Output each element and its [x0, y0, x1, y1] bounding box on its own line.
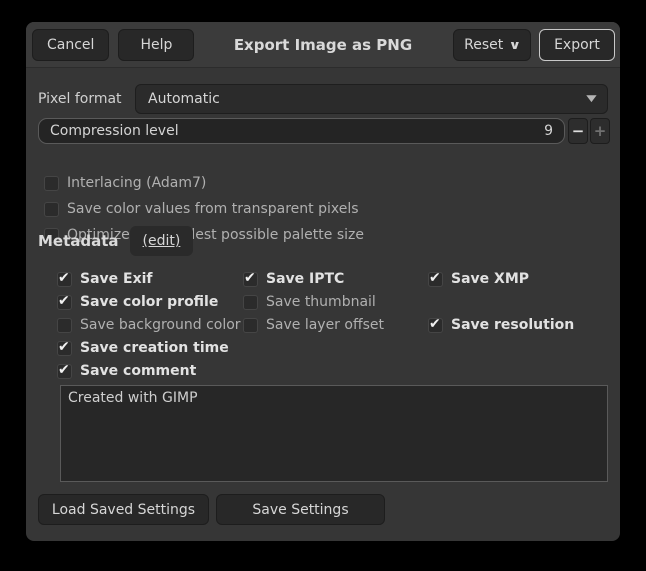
- save-thumbnail-checkbox[interactable]: [243, 295, 258, 310]
- checkmark-icon: ✔: [58, 362, 70, 378]
- save-iptc-option[interactable]: ✔ Save IPTC: [243, 269, 344, 289]
- compression-level-slider[interactable]: Compression level 9: [38, 118, 565, 144]
- compression-level-label: Compression level: [50, 123, 179, 139]
- save-thumbnail-option[interactable]: Save thumbnail: [243, 292, 376, 312]
- save-xmp-option[interactable]: ✔ Save XMP: [428, 269, 529, 289]
- metadata-edit-link-label: (edit): [143, 233, 181, 249]
- cancel-button[interactable]: Cancel: [32, 29, 109, 61]
- interlacing-label: Interlacing (Adam7): [67, 175, 206, 191]
- save-thumbnail-label: Save thumbnail: [266, 294, 376, 310]
- save-exif-option[interactable]: ✔ Save Exif: [57, 269, 153, 289]
- save-comment-option[interactable]: ✔ Save comment: [57, 361, 196, 381]
- pixel-format-dropdown[interactable]: Automatic ▼: [135, 84, 608, 114]
- metadata-title: Metadata: [38, 232, 119, 250]
- save-exif-checkbox[interactable]: ✔: [57, 272, 72, 287]
- save-layer-offset-label: Save layer offset: [266, 317, 384, 333]
- checkmark-icon: ✔: [58, 293, 70, 309]
- help-button-label: Help: [140, 37, 172, 53]
- load-saved-settings-button[interactable]: Load Saved Settings: [38, 494, 209, 525]
- compression-row: Compression level 9 − +: [38, 118, 608, 144]
- save-xmp-label: Save XMP: [451, 271, 529, 287]
- chevron-down-icon: ∨: [509, 38, 522, 52]
- checkmark-icon: ✔: [58, 270, 70, 286]
- checkmark-icon: ✔: [244, 270, 256, 286]
- comment-textarea[interactable]: Created with GIMP: [60, 385, 608, 482]
- save-background-color-label: Save background color: [80, 317, 241, 333]
- interlacing-option[interactable]: Interlacing (Adam7): [44, 173, 206, 193]
- checkmark-icon: ✔: [429, 270, 441, 286]
- save-color-profile-label: Save color profile: [80, 294, 218, 310]
- help-button[interactable]: Help: [118, 29, 194, 61]
- save-background-color-option[interactable]: Save background color: [57, 315, 241, 335]
- export-button-label: Export: [554, 37, 600, 53]
- export-button[interactable]: Export: [539, 29, 615, 61]
- save-creation-time-label: Save creation time: [80, 340, 229, 356]
- save-iptc-checkbox[interactable]: ✔: [243, 272, 258, 287]
- plus-icon: +: [594, 122, 607, 140]
- compression-decrease-button[interactable]: −: [568, 118, 588, 144]
- save-layer-offset-option[interactable]: Save layer offset: [243, 315, 384, 335]
- save-color-profile-checkbox[interactable]: ✔: [57, 295, 72, 310]
- compression-increase-button[interactable]: +: [590, 118, 610, 144]
- metadata-header: Metadata (edit): [38, 226, 193, 256]
- export-png-dialog: Export Image as PNG Cancel Help Reset ∨ …: [26, 22, 620, 541]
- save-resolution-checkbox[interactable]: ✔: [428, 318, 443, 333]
- save-exif-label: Save Exif: [80, 271, 153, 287]
- minus-icon: −: [572, 122, 585, 140]
- save-resolution-option[interactable]: ✔ Save resolution: [428, 315, 574, 335]
- save-creation-time-option[interactable]: ✔ Save creation time: [57, 338, 229, 358]
- pixel-format-row: Pixel format Automatic ▼: [38, 84, 608, 114]
- metadata-edit-link[interactable]: (edit): [130, 226, 194, 256]
- checkmark-icon: ✔: [429, 316, 441, 332]
- pixel-format-label: Pixel format: [38, 84, 122, 114]
- save-layer-offset-checkbox[interactable]: [243, 318, 258, 333]
- interlacing-checkbox[interactable]: [44, 176, 59, 191]
- pixel-format-value: Automatic: [148, 91, 220, 107]
- save-transparent-pixels-option[interactable]: Save color values from transparent pixel…: [44, 199, 359, 219]
- save-comment-label: Save comment: [80, 363, 196, 379]
- save-creation-time-checkbox[interactable]: ✔: [57, 341, 72, 356]
- settings-footer: Load Saved Settings Save Settings: [38, 494, 385, 525]
- checkmark-icon: ✔: [58, 339, 70, 355]
- save-transparent-pixels-checkbox[interactable]: [44, 202, 59, 217]
- load-saved-settings-label: Load Saved Settings: [52, 502, 195, 518]
- reset-button[interactable]: Reset ∨: [453, 29, 531, 61]
- save-resolution-label: Save resolution: [451, 317, 574, 333]
- save-xmp-checkbox[interactable]: ✔: [428, 272, 443, 287]
- save-color-profile-option[interactable]: ✔ Save color profile: [57, 292, 218, 312]
- dropdown-arrow-icon: ▼: [586, 94, 596, 104]
- reset-button-label: Reset: [464, 37, 503, 53]
- save-transparent-pixels-label: Save color values from transparent pixel…: [67, 201, 359, 217]
- save-comment-checkbox[interactable]: ✔: [57, 364, 72, 379]
- compression-level-value: 9: [544, 123, 553, 139]
- save-settings-button[interactable]: Save Settings: [216, 494, 385, 525]
- dialog-titlebar: Export Image as PNG Cancel Help Reset ∨ …: [26, 22, 620, 68]
- save-settings-label: Save Settings: [252, 502, 348, 518]
- cancel-button-label: Cancel: [47, 37, 94, 53]
- save-background-color-checkbox[interactable]: [57, 318, 72, 333]
- save-iptc-label: Save IPTC: [266, 271, 344, 287]
